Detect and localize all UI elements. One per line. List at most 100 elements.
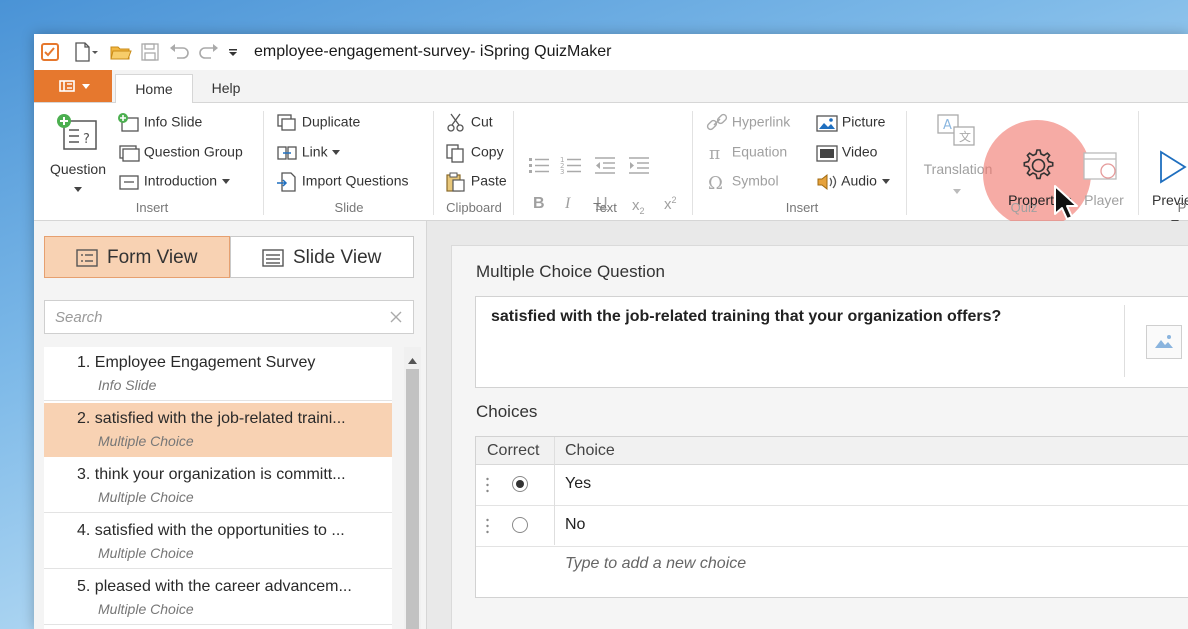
duplicate-icon bbox=[277, 114, 296, 131]
list-item-selected[interactable]: 2. satisfied with the job-related traini… bbox=[44, 403, 392, 457]
chevron-down-icon bbox=[952, 183, 962, 201]
form-view-icon bbox=[76, 249, 98, 267]
slide-view-label: Slide View bbox=[293, 247, 382, 268]
drag-handle-icon[interactable] bbox=[486, 477, 489, 493]
ribbon-separator bbox=[513, 111, 514, 215]
group-label-insert-media: Insert bbox=[785, 200, 819, 215]
paste-icon bbox=[446, 172, 465, 192]
bullet-list-icon[interactable] bbox=[528, 155, 550, 180]
introduction-button[interactable]: Introduction bbox=[118, 172, 231, 192]
ribbon-separator bbox=[263, 111, 264, 215]
slide-list: 1. Employee Engagement Survey Info Slide… bbox=[44, 347, 392, 629]
checkbox-icon[interactable] bbox=[40, 42, 60, 62]
slide-list-panel: Form View Slide View Search 1. Employee … bbox=[34, 221, 427, 629]
open-folder-icon[interactable] bbox=[110, 42, 132, 62]
play-icon bbox=[1158, 149, 1188, 190]
choices-table: Correct Choice Yes No Type to add a new … bbox=[475, 436, 1188, 598]
save-icon[interactable] bbox=[140, 42, 160, 62]
group-label-clipboard: Clipboard bbox=[446, 200, 502, 215]
picture-button[interactable]: Picture bbox=[816, 113, 885, 133]
increase-indent-icon[interactable] bbox=[628, 155, 650, 180]
group-label-text: Text bbox=[593, 200, 617, 215]
question-button[interactable]: Question bbox=[46, 161, 110, 177]
slide-type: Multiple Choice bbox=[98, 489, 194, 505]
superscript-digit: 2 bbox=[671, 195, 677, 205]
pi-icon: π bbox=[709, 144, 720, 164]
svg-text:?: ? bbox=[83, 132, 90, 147]
new-file-icon[interactable] bbox=[72, 42, 98, 62]
scroll-thumb[interactable] bbox=[406, 369, 419, 629]
group-label-slide: Slide bbox=[334, 200, 364, 215]
hyperlink-button[interactable]: Hyperlink bbox=[706, 113, 790, 133]
audio-button[interactable]: Audio bbox=[816, 172, 891, 192]
search-input[interactable]: Search bbox=[44, 300, 414, 334]
correct-radio[interactable] bbox=[512, 517, 528, 533]
choice-row[interactable]: Yes bbox=[476, 465, 1188, 506]
list-item[interactable]: 3. think your organization is committ...… bbox=[44, 459, 392, 513]
bold-button[interactable]: B bbox=[533, 195, 545, 213]
undo-icon[interactable] bbox=[168, 42, 189, 62]
italic-button[interactable]: I bbox=[565, 195, 570, 213]
question-group-button[interactable]: Question Group bbox=[118, 143, 243, 163]
link-button[interactable]: Link bbox=[276, 143, 341, 163]
translation-icon: A文 bbox=[936, 113, 978, 156]
tab-home[interactable]: Home bbox=[115, 74, 193, 104]
question-text: satisfied with the job-related training … bbox=[491, 308, 1002, 325]
player-icon bbox=[1082, 149, 1122, 190]
scroll-up-icon[interactable] bbox=[407, 352, 418, 370]
duplicate-button[interactable]: Duplicate bbox=[276, 113, 360, 133]
superscript-button[interactable]: x2 bbox=[664, 195, 677, 213]
ribbon-separator bbox=[906, 111, 907, 215]
slide-title: 2. satisfied with the job-related traini… bbox=[77, 410, 346, 427]
choice-text[interactable]: Yes bbox=[565, 475, 591, 493]
file-menu-button[interactable] bbox=[34, 70, 112, 102]
slide-view-button[interactable]: Slide View bbox=[230, 236, 414, 278]
ribbon-separator bbox=[433, 111, 434, 215]
equation-button[interactable]: π Equation bbox=[706, 143, 787, 164]
svg-text:3: 3 bbox=[560, 168, 564, 175]
video-button[interactable]: Video bbox=[816, 143, 877, 163]
image-icon bbox=[1155, 335, 1173, 348]
link-icon bbox=[277, 146, 297, 160]
column-choice: Choice bbox=[565, 442, 615, 459]
introduction-icon bbox=[119, 175, 139, 190]
tab-help[interactable]: Help bbox=[194, 74, 258, 102]
subscript-button[interactable]: x2 bbox=[632, 197, 645, 216]
hyperlink-icon bbox=[706, 113, 728, 131]
scissors-icon bbox=[447, 113, 464, 132]
slide-list-scrollbar[interactable] bbox=[404, 347, 421, 629]
question-text-field[interactable]: satisfied with the job-related training … bbox=[475, 296, 1188, 388]
list-item[interactable]: 1. Employee Engagement Survey Info Slide bbox=[44, 347, 392, 401]
numbered-list-icon[interactable]: 123 bbox=[560, 155, 582, 180]
paste-button[interactable]: Paste bbox=[445, 172, 507, 192]
redo-icon[interactable] bbox=[198, 42, 218, 62]
cut-button[interactable]: Cut bbox=[445, 113, 493, 133]
choices-title: Choices bbox=[476, 402, 538, 421]
copy-button[interactable]: Copy bbox=[445, 143, 504, 163]
clear-search-icon[interactable] bbox=[389, 310, 403, 329]
drag-handle-icon[interactable] bbox=[486, 518, 489, 534]
slide-title: 3. think your organization is committ... bbox=[77, 466, 346, 483]
info-slide-button[interactable]: Info Slide bbox=[118, 113, 202, 133]
decrease-indent-icon[interactable] bbox=[594, 155, 616, 180]
slide-title: 5. pleased with the career advancem... bbox=[77, 578, 352, 595]
choice-row[interactable]: No bbox=[476, 506, 1188, 547]
chevron-down-icon bbox=[221, 179, 230, 184]
group-label-insert: Insert bbox=[135, 200, 169, 215]
add-choice-input[interactable]: Type to add a new choice bbox=[565, 555, 746, 573]
correct-radio[interactable] bbox=[512, 476, 528, 492]
omega-icon: Ω bbox=[708, 173, 723, 194]
import-questions-button[interactable]: Import Questions bbox=[276, 172, 409, 192]
customize-toolbar-icon[interactable] bbox=[226, 42, 246, 62]
list-item[interactable]: 4. satisfied with the opportunities to .… bbox=[44, 515, 392, 569]
svg-text:π: π bbox=[709, 144, 720, 163]
column-divider bbox=[554, 437, 555, 545]
chevron-down-icon bbox=[73, 181, 83, 199]
form-view-label: Form View bbox=[107, 247, 198, 268]
choice-text[interactable]: No bbox=[565, 516, 585, 534]
ribbon-separator bbox=[1138, 111, 1139, 215]
add-image-button[interactable] bbox=[1146, 325, 1182, 359]
list-item[interactable]: 5. pleased with the career advancem... M… bbox=[44, 571, 392, 625]
symbol-button[interactable]: Ω Symbol bbox=[706, 172, 779, 194]
form-view-button[interactable]: Form View bbox=[44, 236, 230, 278]
